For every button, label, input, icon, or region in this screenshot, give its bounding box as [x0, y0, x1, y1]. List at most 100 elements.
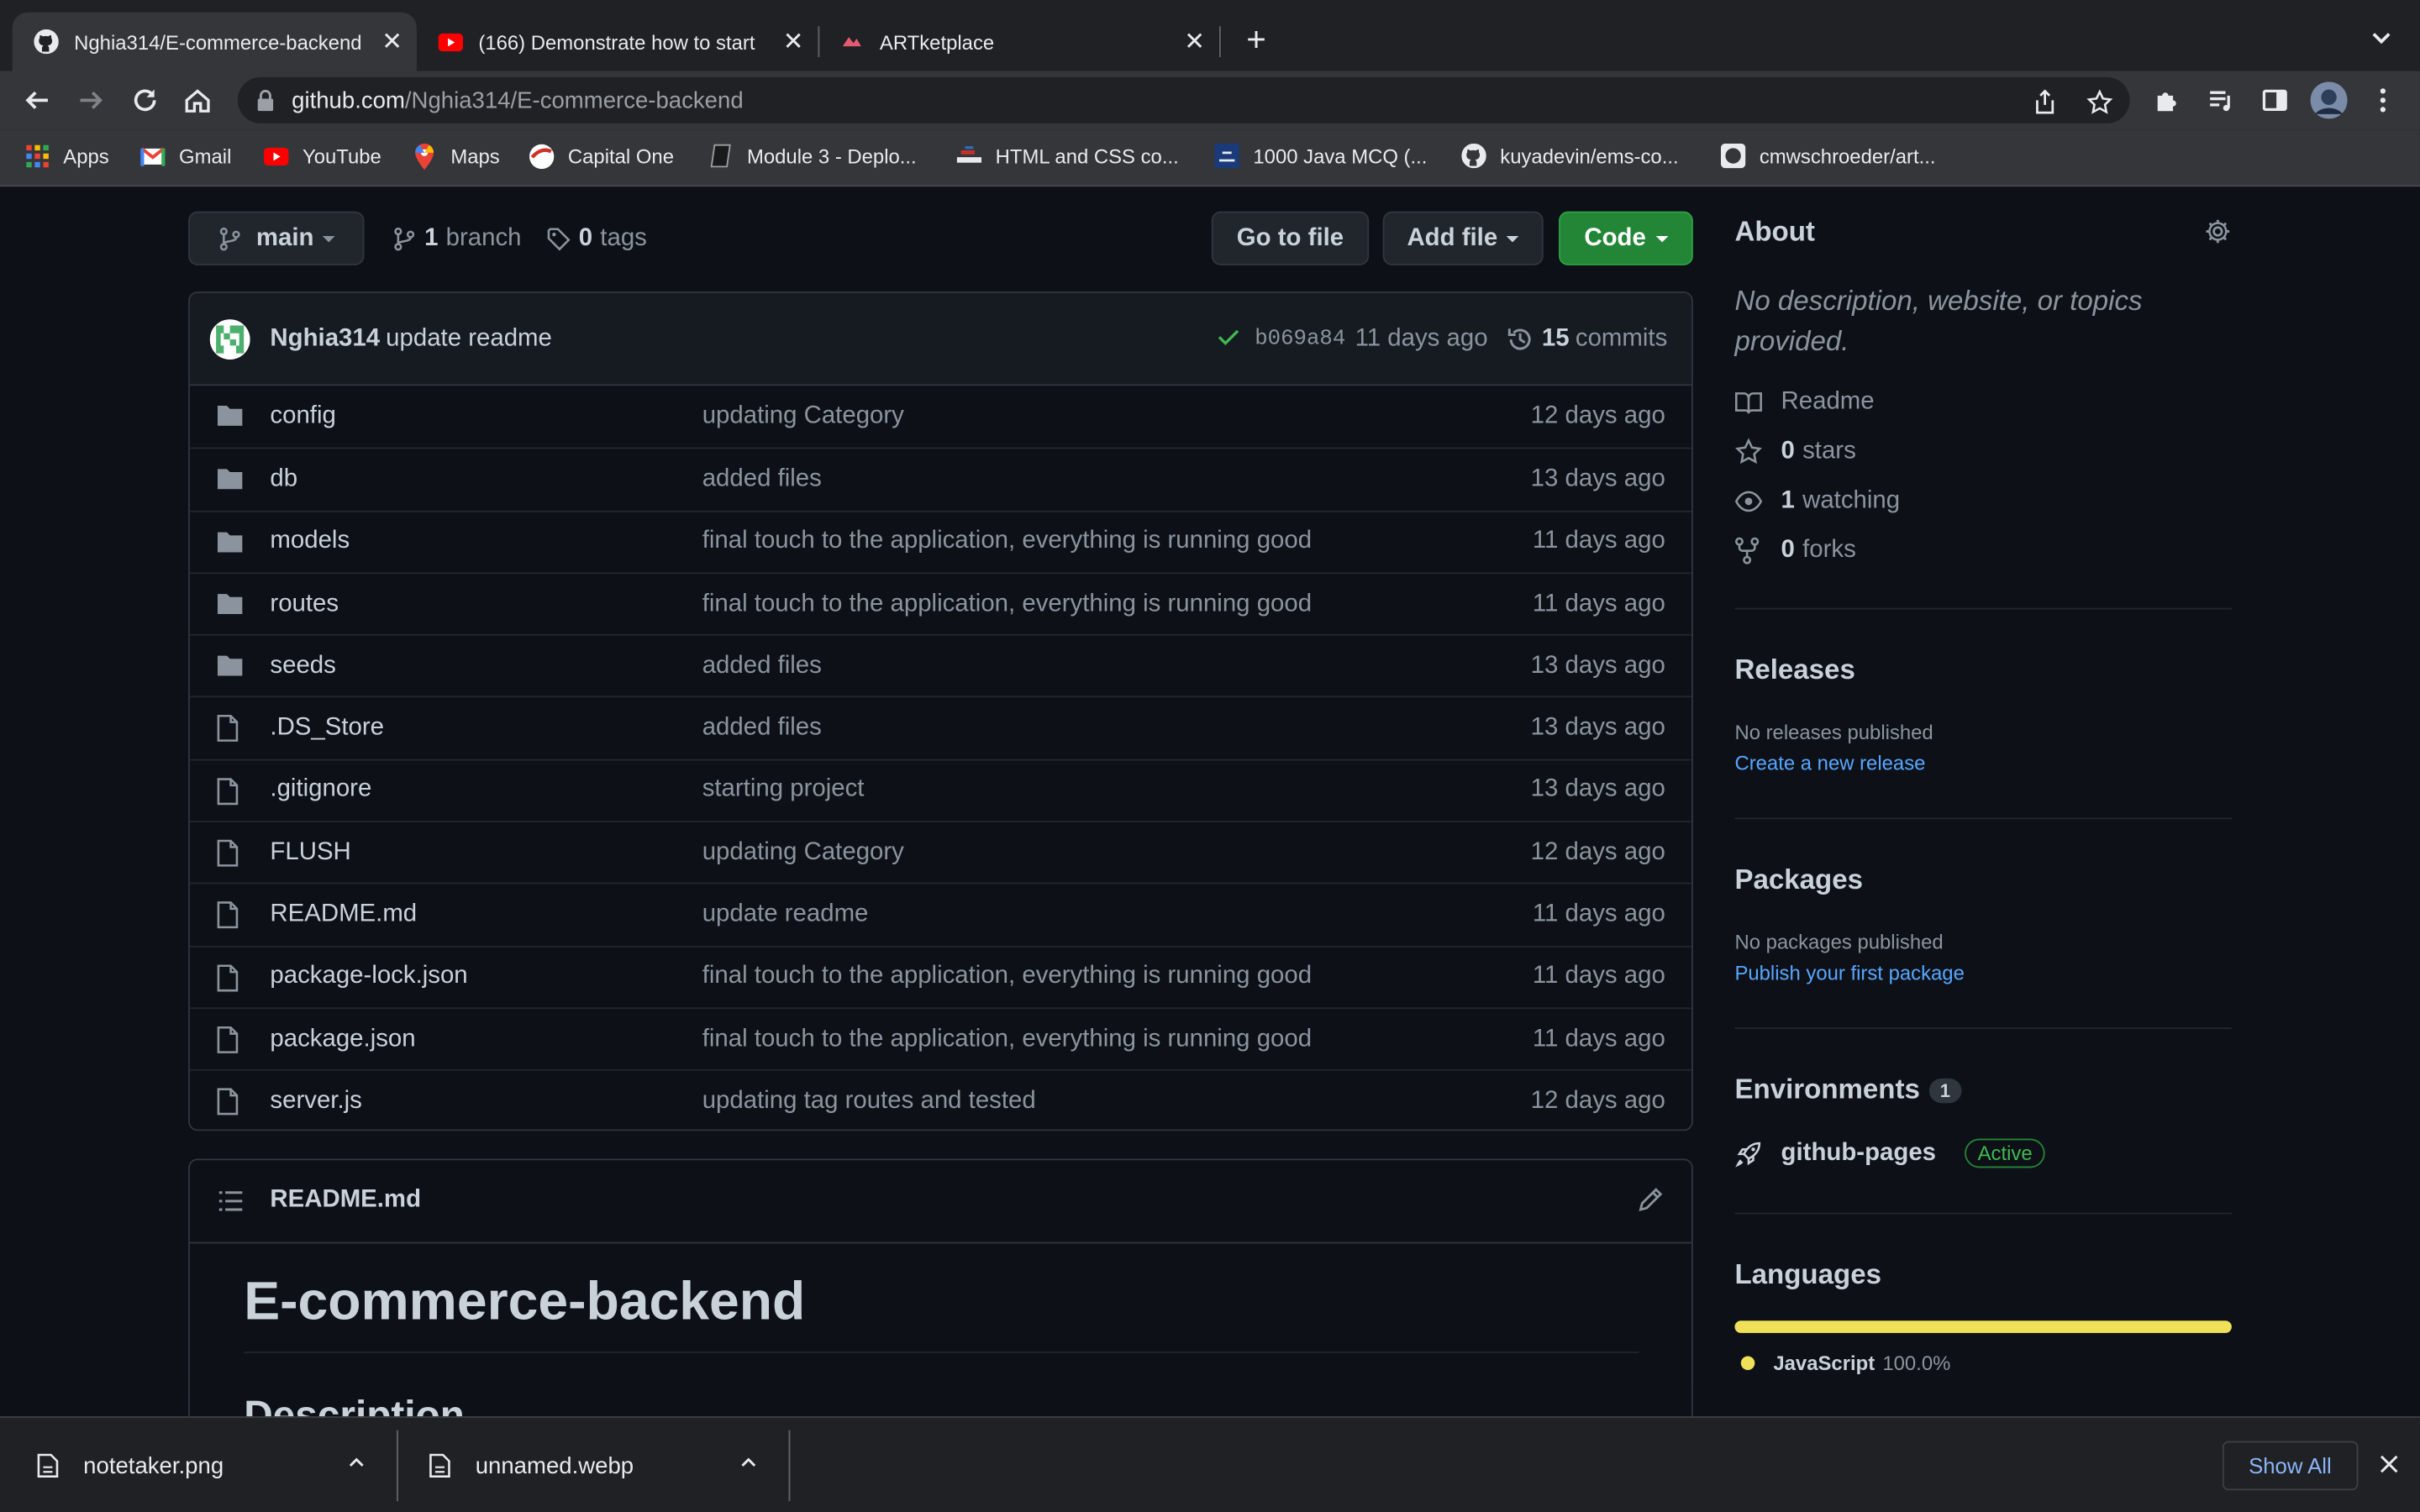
branches-link[interactable]: 1 branch: [392, 225, 521, 253]
bookmark-youtube[interactable]: YouTube: [264, 144, 381, 168]
tab-youtube[interactable]: (166) Demonstrate how to start ✕: [417, 13, 818, 71]
file-name[interactable]: .gitignore: [270, 777, 371, 805]
bookmark-cmwschroeder[interactable]: cmwschroeder/art...: [1720, 143, 1936, 169]
commit-author[interactable]: Nghia314: [270, 325, 380, 353]
side-panel-icon[interactable]: [2254, 81, 2295, 121]
file-commit-message[interactable]: final touch to the application, everythi…: [702, 528, 1312, 556]
pencil-edit-icon[interactable]: [1638, 1186, 1664, 1212]
tags-link[interactable]: 0 tags: [546, 225, 647, 253]
tab-search-chevron-icon[interactable]: [2366, 22, 2397, 53]
stars-link[interactable]: 0 stars: [1734, 438, 1856, 466]
commit-sha[interactable]: b069a84: [1255, 326, 1345, 350]
chevron-up-icon[interactable]: [738, 1452, 760, 1479]
file-row[interactable]: README.md update readme 11 days ago: [189, 883, 1692, 945]
list-outline-icon[interactable]: [218, 1188, 244, 1214]
gear-icon[interactable]: [2204, 218, 2232, 245]
releases-title[interactable]: Releases: [1734, 654, 1854, 687]
show-all-button[interactable]: Show All: [2222, 1441, 2358, 1491]
go-to-file-button[interactable]: Go to file: [1211, 211, 1370, 265]
profile-avatar[interactable]: [2309, 81, 2349, 121]
new-tab-icon[interactable]: +: [1238, 21, 1275, 59]
file-row[interactable]: routes final touch to the application, ev…: [189, 572, 1692, 634]
address-bar[interactable]: github.com/Nghia314/E-commerce-backend: [237, 76, 2130, 123]
add-file-button[interactable]: Add file: [1382, 211, 1544, 265]
file-name[interactable]: FLUSH: [270, 839, 350, 867]
bookmark-maps[interactable]: Maps: [412, 142, 500, 170]
forward-arrow-icon[interactable]: [71, 81, 111, 121]
environments-title[interactable]: Environments 1: [1734, 1074, 1961, 1106]
file-row[interactable]: .DS_Store added files 13 days ago: [189, 696, 1692, 759]
file-name[interactable]: db: [270, 466, 297, 494]
commit-message[interactable]: update readme: [386, 325, 552, 353]
reload-icon[interactable]: [125, 81, 166, 121]
file-commit-message[interactable]: final touch to the application, everythi…: [702, 591, 1312, 618]
file-name[interactable]: package-lock.json: [270, 963, 467, 991]
download-item[interactable]: notetaker.png: [0, 1418, 395, 1512]
file-commit-message[interactable]: added files: [702, 715, 822, 743]
file-name[interactable]: package.json: [270, 1026, 415, 1053]
file-row[interactable]: models final touch to the application, ev…: [189, 510, 1692, 572]
readme-filename[interactable]: README.md: [270, 1186, 421, 1214]
close-icon[interactable]: [2374, 1449, 2405, 1480]
forks-link[interactable]: 0 forks: [1734, 537, 1856, 564]
watching-link[interactable]: 1 watching: [1734, 487, 1900, 515]
file-commit-message[interactable]: final touch to the application, everythi…: [702, 1026, 1312, 1053]
back-arrow-icon[interactable]: [17, 81, 57, 121]
commits-history-link[interactable]: 15 commits: [1507, 325, 1667, 353]
file-name[interactable]: .DS_Store: [270, 715, 384, 743]
code-button[interactable]: Code: [1559, 211, 1693, 265]
tab-close-icon[interactable]: ✕: [778, 26, 809, 57]
download-item[interactable]: unnamed.webp: [392, 1418, 787, 1512]
file-commit-message[interactable]: added files: [702, 466, 822, 494]
file-row[interactable]: config updating Category 12 days ago: [190, 386, 1691, 448]
branch-selector-button[interactable]: main: [188, 211, 365, 265]
tab-artketplace[interactable]: ARTketplace ✕: [818, 13, 1219, 71]
file-row[interactable]: seeds added files 13 days ago: [189, 634, 1692, 696]
file-row[interactable]: .gitignore starting project 13 days ago: [189, 759, 1692, 821]
file-commit-message[interactable]: starting project: [702, 777, 865, 805]
extensions-puzzle-icon[interactable]: [2147, 81, 2187, 121]
file-name[interactable]: routes: [270, 591, 339, 618]
readme-link[interactable]: Readme: [1734, 389, 1875, 417]
file-name[interactable]: server.js: [270, 1088, 361, 1116]
tab-github-repo[interactable]: Nghia314/E-commerce-backend ✕: [12, 12, 417, 71]
browser-menu-icon[interactable]: [2363, 81, 2403, 121]
check-icon[interactable]: [1216, 324, 1240, 354]
bookmark-kuyadevin[interactable]: kuyadevin/ems-co...: [1461, 143, 1679, 169]
file-row[interactable]: package.json final touch to the applicati…: [189, 1007, 1692, 1069]
file-row[interactable]: package-lock.json final touch to the appl…: [189, 945, 1692, 1007]
file-commit-message[interactable]: update readme: [702, 901, 869, 929]
packages-title[interactable]: Packages: [1734, 864, 1863, 897]
file-commit-message[interactable]: updating Category: [702, 403, 904, 431]
bookmark-star-icon[interactable]: [2085, 88, 2112, 116]
create-release-link[interactable]: Create a new release: [1734, 751, 1925, 774]
bookmark-java-mcq[interactable]: 1000 Java MCQ (...: [1214, 143, 1427, 169]
author-avatar[interactable]: [209, 319, 250, 360]
file-row[interactable]: db added files 13 days ago: [189, 448, 1692, 510]
file-name[interactable]: config: [270, 403, 335, 431]
tab-close-icon[interactable]: ✕: [1179, 26, 1210, 57]
bookmark-module-3[interactable]: Module 3 - Deplo...: [708, 144, 917, 168]
file-commit-message[interactable]: final touch to the application, everythi…: [702, 963, 1312, 991]
bookmark-capital-one[interactable]: Capital One: [529, 143, 674, 169]
tab-title: Nghia314/E-commerce-backend: [74, 29, 362, 54]
environment-item[interactable]: github-pages Active: [1734, 1138, 2045, 1168]
file-commit-message[interactable]: updating Category: [702, 839, 904, 867]
file-commit-message[interactable]: updating tag routes and tested: [702, 1088, 1036, 1116]
file-name[interactable]: README.md: [270, 901, 417, 929]
media-control-icon[interactable]: [2201, 81, 2241, 121]
tab-close-icon[interactable]: ✕: [376, 26, 408, 57]
bookmark-html-css[interactable]: HTML and CSS co...: [956, 144, 1179, 168]
home-icon[interactable]: [177, 81, 218, 121]
bookmark-gmail[interactable]: Gmail: [140, 144, 231, 168]
file-row[interactable]: FLUSH updating Category 12 days ago: [189, 821, 1692, 883]
language-item[interactable]: JavaScript 100.0%: [1734, 1352, 1950, 1374]
file-commit-message[interactable]: added files: [702, 653, 822, 680]
publish-package-link[interactable]: Publish your first package: [1734, 961, 1964, 984]
file-name[interactable]: models: [270, 528, 350, 556]
bookmark-apps[interactable]: Apps: [24, 144, 109, 168]
file-row[interactable]: server.js updating tag routes and tested 1…: [189, 1069, 1692, 1129]
share-icon[interactable]: [2031, 88, 2059, 116]
chevron-up-icon[interactable]: [345, 1452, 367, 1479]
file-name[interactable]: seeds: [270, 653, 335, 680]
